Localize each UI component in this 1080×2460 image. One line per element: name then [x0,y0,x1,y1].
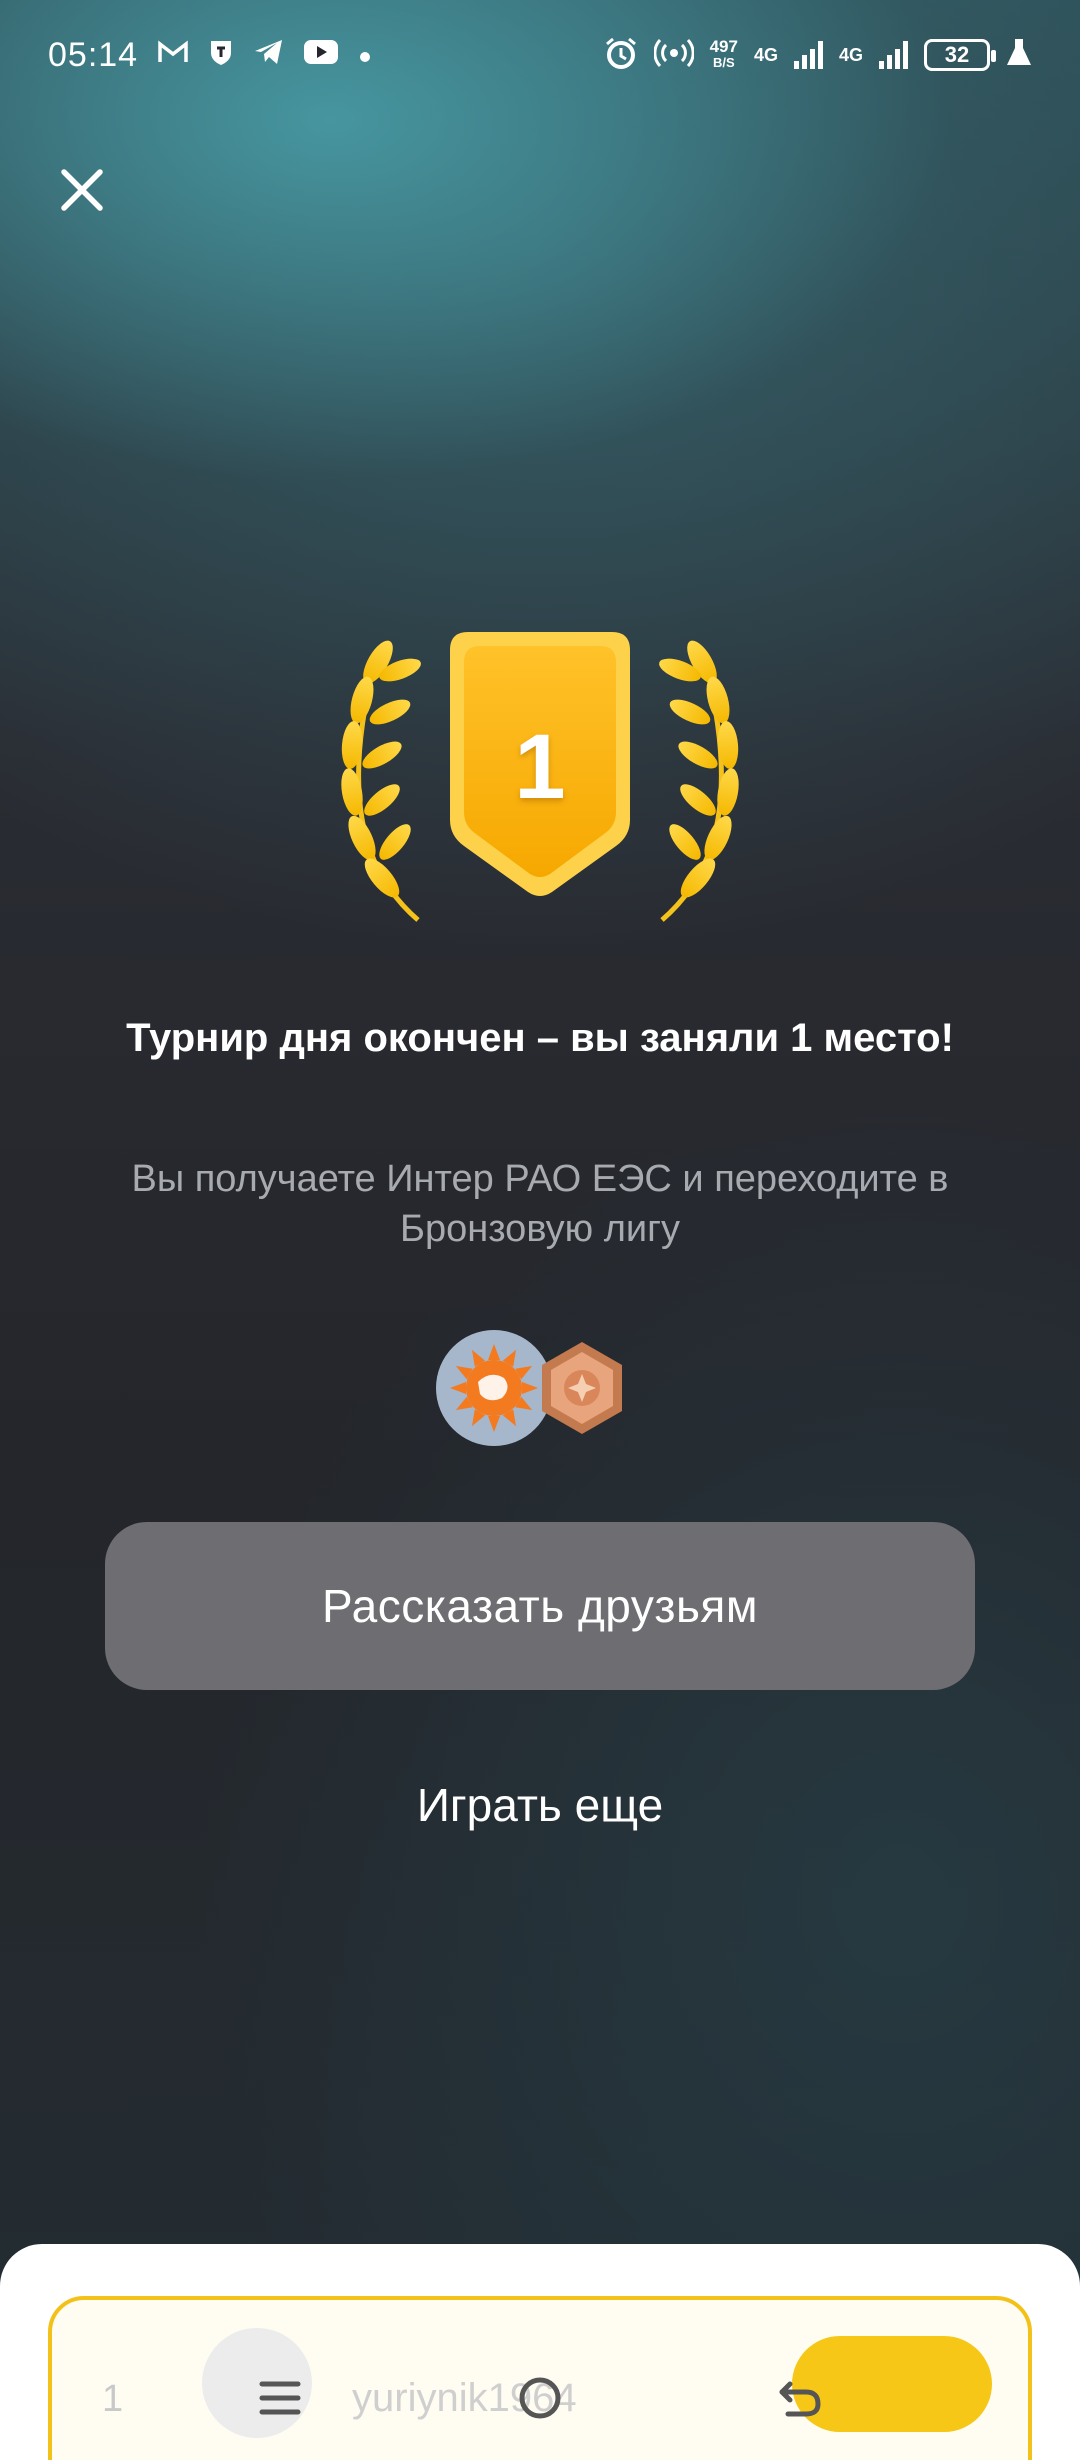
hotspot-icon [652,36,695,75]
net-speed: 497 B/S [709,37,738,71]
signal-icon [793,41,823,69]
rewards [432,1328,632,1448]
status-time: 05:14 [48,35,139,74]
inter-rao-logo [436,1330,552,1446]
home-button[interactable] [490,2348,590,2448]
net-speed-unit: B/S [712,55,735,70]
battery-icon: 32 [924,39,996,71]
back-icon [779,2381,821,2417]
shield-app-icon [208,38,234,72]
close-icon [61,169,103,211]
result-subtext: Вы получаете Интер РАО ЕЭС и переходите … [131,1158,949,1250]
back-button[interactable] [750,2348,850,2448]
menu-button[interactable] [230,2348,330,2448]
result-headline: Турнир дня окончен – вы заняли 1 место! [126,1016,954,1060]
place-number: 1 [514,716,566,818]
alarm-icon [604,36,638,75]
share-with-friends-button[interactable]: Рассказать друзьям [105,1522,975,1690]
net-speed-value: 497 [709,37,738,56]
status-bar: 05:14 497 B/S 4G 4G 32 [0,0,1080,110]
youtube-icon [304,40,339,70]
bronze-league-badge [542,1342,622,1434]
menu-icon [259,2381,301,2415]
home-circle-icon [519,2377,561,2419]
play-again-button[interactable]: Играть еще [290,1770,790,1840]
signal-icon-2 [879,41,908,69]
gmail-icon [158,40,188,70]
battery-level: 32 [944,42,970,67]
trophy-badge: 1 [300,620,780,940]
network-type-2: 4G [838,44,863,65]
dot-icon [358,40,372,70]
flask-icon [1006,37,1032,74]
telegram-icon [254,39,284,71]
close-button[interactable] [52,160,112,220]
navigation-bar [0,2336,1080,2460]
network-type-1: 4G [753,44,778,65]
